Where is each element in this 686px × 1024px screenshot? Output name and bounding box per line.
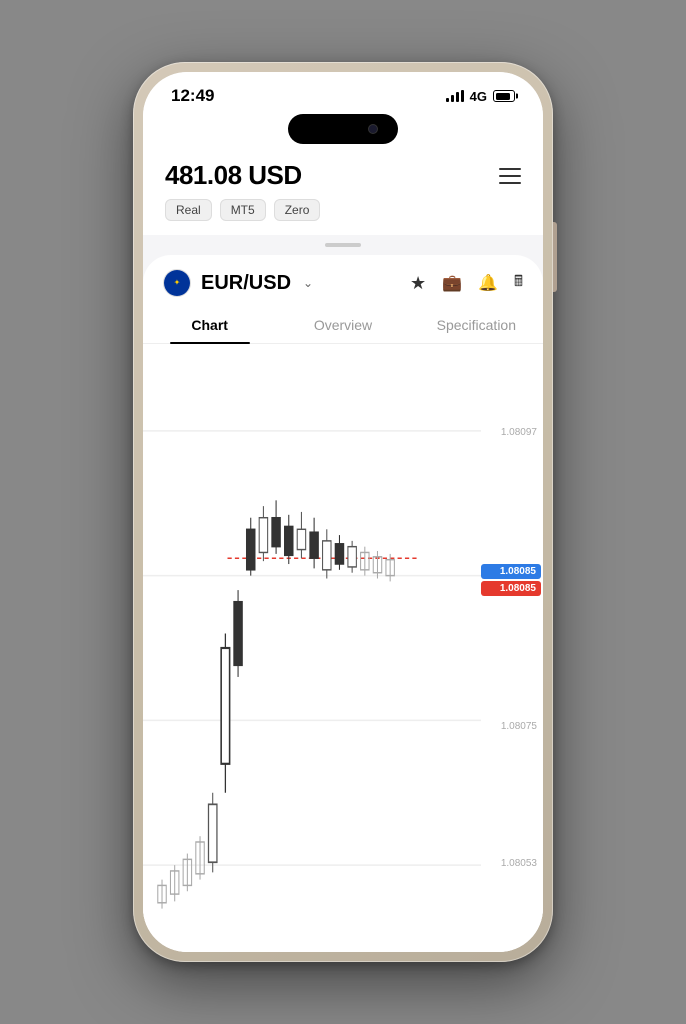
dynamic-island-area <box>143 112 543 150</box>
ask-price-badge: 1.08085 <box>481 581 541 596</box>
pair-left[interactable]: ✦ EUR/USD ⌄ <box>163 269 313 297</box>
bid-price-badge: 1.08085 <box>481 564 541 579</box>
menu-line-1 <box>499 168 521 170</box>
pair-actions: ★ 💼 🔔 🖩 <box>410 271 523 296</box>
battery-icon <box>493 90 515 102</box>
eur-flag-icon: ✦ <box>163 269 191 297</box>
account-tags: Real MT5 Zero <box>165 199 521 221</box>
tag-real[interactable]: Real <box>165 199 212 221</box>
menu-button[interactable] <box>499 168 521 184</box>
tab-bar: Chart Overview Specification <box>143 307 543 344</box>
drag-pill <box>325 243 361 247</box>
status-time: 12:49 <box>171 86 214 106</box>
tab-chart[interactable]: Chart <box>143 307 276 343</box>
calculator-icon[interactable]: 🖩 <box>514 271 523 296</box>
candlestick-chart <box>143 344 481 952</box>
phone-screen: 12:49 4G 481.08 U <box>143 72 543 952</box>
candle-group <box>158 500 395 908</box>
pair-header: ✦ EUR/USD ⌄ ★ 💼 🔔 🖩 <box>143 255 543 307</box>
phone-frame: 12:49 4G 481.08 U <box>133 62 553 962</box>
briefcase-icon[interactable]: 💼 <box>442 273 462 293</box>
drag-indicator <box>143 235 543 255</box>
price-labels: 1.08097 1.08085 1.08085 1.08075 1.08053 <box>481 344 543 952</box>
menu-line-3 <box>499 182 521 184</box>
balance-display: 481.08 USD <box>165 160 302 191</box>
price-badges: 1.08085 1.08085 <box>481 564 543 596</box>
star-icon[interactable]: ★ <box>410 273 426 294</box>
status-icons: 4G <box>446 89 515 104</box>
tag-mt5[interactable]: MT5 <box>220 199 266 221</box>
tab-specification[interactable]: Specification <box>410 307 543 343</box>
network-label: 4G <box>470 89 487 104</box>
chart-area: 1.08097 1.08085 1.08085 1.08075 1.08053 <box>143 344 543 952</box>
camera-dot <box>368 124 378 134</box>
signal-bars-icon <box>446 90 464 102</box>
status-bar: 12:49 4G <box>143 72 543 112</box>
tab-overview[interactable]: Overview <box>276 307 409 343</box>
price-label-low: 1.08053 <box>481 858 543 869</box>
header-section: 481.08 USD Real MT5 Zero <box>143 150 543 235</box>
pair-symbol: EUR/USD <box>201 272 291 295</box>
content-area: ✦ EUR/USD ⌄ ★ 💼 🔔 🖩 Chart <box>143 255 543 952</box>
menu-line-2 <box>499 175 521 177</box>
header-top: 481.08 USD <box>165 160 521 191</box>
pair-chevron-icon: ⌄ <box>303 276 313 290</box>
flag-stars: ✦ <box>174 279 181 287</box>
price-label-top: 1.08097 <box>481 427 543 438</box>
tag-zero[interactable]: Zero <box>274 199 321 221</box>
price-label-mid: 1.08075 <box>481 721 543 732</box>
dynamic-island <box>288 114 398 144</box>
bell-icon[interactable]: 🔔 <box>478 273 498 293</box>
